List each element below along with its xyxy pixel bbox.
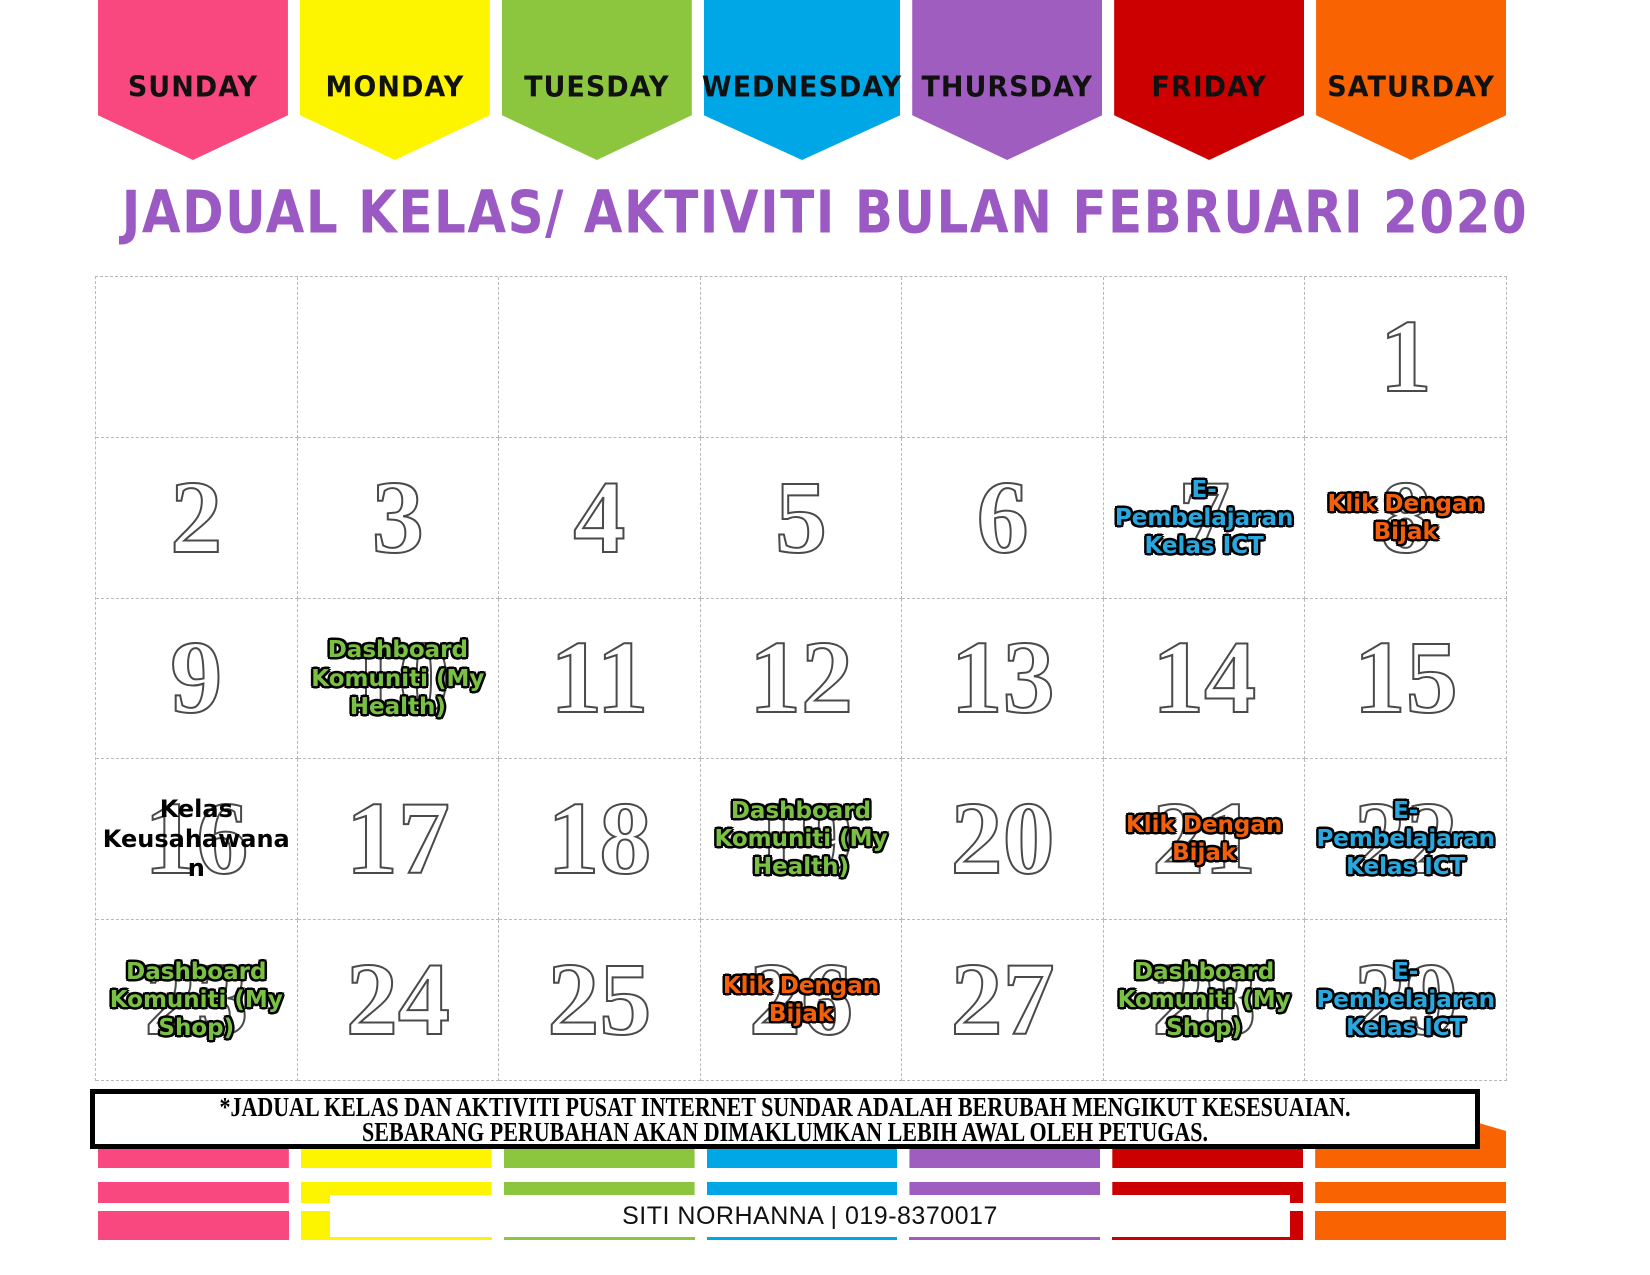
- calendar-empty-cell: [96, 277, 298, 438]
- calendar-day-cell: 12: [700, 598, 903, 760]
- event-label: Klik Dengan Bijak: [1125, 812, 1283, 867]
- calendar-day-cell: 15: [1305, 598, 1507, 760]
- contact-text: SITI NORHANNA | 019-8370017: [622, 1201, 998, 1230]
- day-number: 11: [549, 620, 649, 736]
- event-label: E-Pembelajaran Kelas ICT: [1316, 798, 1495, 881]
- calendar-day-cell: 6: [902, 437, 1104, 599]
- day-number: 18: [546, 781, 652, 897]
- calendar-day-cell: 2: [96, 437, 298, 599]
- event-label: Dashboard Komuniti (My Health): [311, 637, 485, 720]
- calendar-day-cell: 3: [297, 437, 500, 599]
- day-number: 12: [748, 620, 854, 736]
- event-label: E-Pembelajaran Kelas ICT: [1316, 959, 1495, 1042]
- weekday-label: MONDAY: [325, 71, 465, 104]
- calendar-day-cell: 10 Dashboard Komuniti (My Health): [297, 598, 500, 760]
- weekday-label: SATURDAY: [1327, 71, 1495, 104]
- event-label: E-Pembelajaran Kelas ICT: [1114, 476, 1294, 559]
- event-label: Dashboard Komuniti (My Shop): [109, 959, 283, 1042]
- calendar-day-cell: 28 Dashboard Komuniti (My Shop): [1103, 920, 1306, 1081]
- day-number: 3: [371, 459, 425, 575]
- weekday-header-wednesday: WEDNESDAY: [702, 0, 902, 160]
- calendar-day-cell: 7 E-Pembelajaran Kelas ICT: [1103, 437, 1306, 599]
- note-box: *JADUAL KELAS DAN AKTIVITI PUSAT INTERNE…: [90, 1089, 1480, 1149]
- day-number: 13: [950, 620, 1056, 736]
- footer-bottom-strip: [0, 1240, 1650, 1275]
- weekday-header-friday: FRIDAY: [1112, 0, 1306, 160]
- weekday-header-saturday: SATURDAY: [1314, 0, 1508, 160]
- calendar-day-cell: 29 E-Pembelajaran Kelas ICT: [1305, 920, 1507, 1081]
- calendar-day-cell: 20: [902, 759, 1104, 921]
- event-label: Klik Dengan Bijak: [722, 973, 880, 1028]
- calendar-day-cell: 8 Klik Dengan Bijak: [1305, 437, 1507, 599]
- day-number: 5: [774, 459, 828, 575]
- weekday-label: FRIDAY: [1151, 71, 1267, 104]
- calendar-empty-cell: [297, 277, 500, 438]
- weekday-label: THURSDAY: [921, 71, 1093, 104]
- calendar-empty-cell: [499, 277, 701, 438]
- day-number: 15: [1353, 620, 1459, 736]
- calendar-day-cell: 5: [700, 437, 903, 599]
- calendar-day-cell: 1: [1305, 277, 1507, 438]
- calendar-day-cell: 22 E-Pembelajaran Kelas ICT: [1305, 759, 1507, 921]
- calendar-day-cell: 13: [902, 598, 1104, 760]
- page-title: JADUAL KELAS/ AKTIVITI BULAN FEBRUARI 20…: [121, 178, 1529, 247]
- calendar-empty-cell: [700, 277, 903, 438]
- calendar-day-cell: 25: [499, 920, 701, 1081]
- day-number: 4: [572, 459, 626, 575]
- event-label: Klik Dengan Bijak: [1327, 490, 1484, 545]
- weekday-header-monday: MONDAY: [298, 0, 492, 160]
- day-number: 17: [345, 781, 451, 897]
- calendar-day-cell: 9: [96, 598, 298, 760]
- calendar-day-cell: 16 Kelas Keusahawanan: [96, 759, 298, 921]
- weekday-label: SUNDAY: [127, 71, 259, 104]
- calendar-day-cell: 23 Dashboard Komuniti (My Shop): [96, 920, 298, 1081]
- day-number: 1: [1379, 298, 1433, 414]
- calendar-empty-cell: [902, 277, 1104, 438]
- calendar-day-cell: 26 Klik Dengan Bijak: [700, 920, 903, 1081]
- day-number: 27: [950, 942, 1056, 1058]
- calendar-day-cell: 14: [1103, 598, 1306, 760]
- calendar-day-cell: 4: [499, 437, 701, 599]
- event-label: Kelas Keusahawanan: [102, 795, 290, 882]
- weekday-header-row: SUNDAY MONDAY TUESDAY WEDNESDAY THURSDAY FRID…: [96, 0, 1508, 160]
- day-number: 6: [976, 459, 1030, 575]
- footer-divider-strip: [0, 1168, 1650, 1182]
- event-label: Dashboard Komuniti (My Health): [714, 798, 888, 881]
- day-number: 9: [169, 620, 223, 736]
- calendar-day-cell: 11: [499, 598, 701, 760]
- weekday-label: TUESDAY: [524, 71, 670, 104]
- day-number: 25: [546, 942, 652, 1058]
- calendar-day-cell: 18: [499, 759, 701, 921]
- calendar-grid: 1 2 3 4 5 6 7 E-Pembelajaran Kelas ICT 8 Klik Den…: [95, 276, 1507, 1081]
- day-number: 2: [169, 459, 223, 575]
- note-line-2: SEBARANG PERUBAHAN AKAN DIMAKLUMKAN LEBI…: [362, 1115, 1208, 1148]
- day-number: 14: [1151, 620, 1257, 736]
- weekday-label: WEDNESDAY: [701, 71, 903, 104]
- calendar-day-cell: 17: [297, 759, 500, 921]
- calendar-day-cell: 19 Dashboard Komuniti (My Health): [700, 759, 903, 921]
- calendar-day-cell: 24: [297, 920, 500, 1081]
- day-number: 24: [345, 942, 451, 1058]
- weekday-header-thursday: THURSDAY: [910, 0, 1104, 160]
- calendar-empty-cell: [1103, 277, 1306, 438]
- weekday-header-tuesday: TUESDAY: [500, 0, 694, 160]
- contact-box: SITI NORHANNA | 019-8370017: [330, 1195, 1290, 1237]
- calendar-day-cell: 21 Klik Dengan Bijak: [1103, 759, 1306, 921]
- weekday-header-sunday: SUNDAY: [96, 0, 290, 160]
- event-label: Dashboard Komuniti (My Shop): [1117, 959, 1291, 1042]
- day-number: 20: [950, 781, 1056, 897]
- calendar-day-cell: 27: [902, 920, 1104, 1081]
